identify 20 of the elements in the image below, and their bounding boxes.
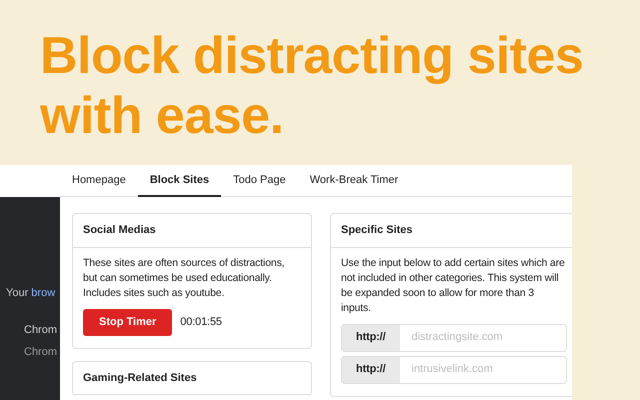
url-field[interactable]: http:// distractingsite.com — [341, 324, 566, 352]
tab[interactable]: Todo Page — [221, 165, 298, 197]
notice-text: Your brow — [5, 286, 56, 301]
card-title: Specific Sites — [331, 214, 572, 248]
card-text: These sites are often sources of distractions, but can sometimes be used educationally. Includes sites such as youtube. — [83, 256, 286, 300]
card-title: Social Medias — [73, 214, 311, 248]
headline: Block distracting sites with ease. — [40, 27, 584, 145]
tab[interactable]: Homepage — [60, 165, 138, 197]
tab[interactable]: Work-Break Timer — [298, 165, 410, 197]
item-title: Chrom — [24, 322, 58, 338]
url-prefix: http:// — [342, 356, 400, 382]
card-title: Gaming-Related Sites — [73, 362, 311, 395]
item-subtitle: Chrom — [24, 345, 58, 360]
url-field[interactable]: http:// intrusivelink.com — [341, 356, 566, 384]
stop-timer-button[interactable]: Stop Timer — [83, 308, 172, 336]
card-text: Use the input below to add certain sites which are not included in other categories. This system will be expanded soon to allow for more than 3 inputs. — [341, 256, 566, 316]
notice-link[interactable]: brow — [31, 287, 56, 299]
tab[interactable]: Block Sites — [138, 165, 222, 197]
url-prefix: http:// — [342, 324, 400, 350]
timer-text: 00:01:55 — [180, 314, 222, 330]
